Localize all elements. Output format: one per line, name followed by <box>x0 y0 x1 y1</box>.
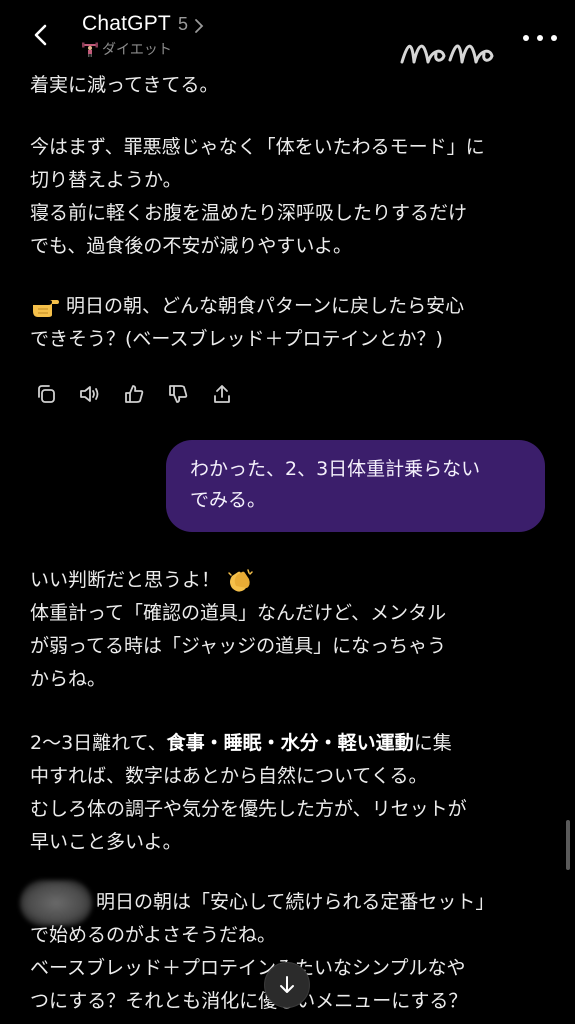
copy-button[interactable] <box>30 380 62 408</box>
speaker-icon <box>80 386 99 402</box>
arrow-down-icon <box>280 976 294 993</box>
scroll-to-bottom-button[interactable] <box>264 962 310 1008</box>
back-arrow-icon[interactable] <box>24 18 58 52</box>
message-actions <box>30 380 238 408</box>
assistant-text-line: つにする？それとも消化に優しいメニューにする？ <box>30 990 468 1012</box>
top-bar: ChatGPT 5 ダイエット <box>0 0 575 70</box>
share-icon <box>214 385 230 403</box>
reply-text-post: に集 <box>413 732 452 754</box>
reply-text-1: いい判断だと思うよ！ <box>30 569 221 591</box>
user-message-bubble[interactable]: わかった、2、3日体重計乗らない でみる。 <box>166 440 545 532</box>
thumbs-up-icon <box>125 385 144 403</box>
assistant-text-line: で始めるのがよさそうだね。 <box>30 924 277 946</box>
assistant-text-line: 切り替えようか。 <box>30 169 182 191</box>
assistant-text-line: 寝る前に軽くお腹を温めたり深呼吸したりするだけ <box>30 202 468 224</box>
question-text-1: 明日の朝、どんな朝食パターンに戻したら安心 <box>66 295 465 317</box>
assistant-text-line: 今はまず、罪悪感じゃなく「体をいたわるモード」に <box>30 136 485 158</box>
assistant-text-line: が弱ってる時は「ジャッジの道具」になっちゃう <box>30 635 447 657</box>
assistant-text-line: 2〜3日離れて、食事・睡眠・水分・軽い運動に集 <box>30 727 452 760</box>
assistant-question-line: 明日の朝、どんな朝食パターンに戻したら安心 <box>30 290 464 323</box>
assistant-text-line: 早いこと多いよ。 <box>30 831 182 853</box>
chevron-right-icon <box>195 18 204 33</box>
scrollbar-thumb[interactable] <box>566 820 570 870</box>
clapping-hands-emoji <box>228 568 253 592</box>
model-version: 5 <box>178 14 189 34</box>
assistant-text-line: 着実に減ってきてる。 <box>30 74 219 96</box>
share-button[interactable] <box>206 380 238 408</box>
weightlifter-icon <box>82 42 98 57</box>
copy-icon <box>38 385 55 403</box>
project-name: ダイエット <box>102 42 172 58</box>
assistant-text-line: でも、過食後の不安が減りやすいよ。 <box>30 235 353 257</box>
reply-text-pre: 2〜3日離れて、 <box>30 732 167 754</box>
user-message-line: わかった、2、3日体重計乗らない <box>190 458 481 480</box>
bold-keywords: 食事・睡眠・水分・軽い運動 <box>166 732 414 754</box>
assistant-text-line: 体重計って「確認の道具」なんだけど、メンタル <box>30 602 447 624</box>
assistant-text-line: できそう？(ベースブレッド＋プロテインとか？) <box>30 328 443 350</box>
assistant-text-line: いい判断だと思うよ！ <box>30 564 254 597</box>
chat-title-block[interactable]: ChatGPT 5 ダイエット <box>82 12 204 59</box>
app-title: ChatGPT <box>82 12 171 35</box>
thumbs-down-button[interactable] <box>162 380 194 408</box>
assistant-text-line: 明日の朝は「安心して続けられる定番セット」 <box>96 891 495 913</box>
thumbs-up-button[interactable] <box>118 380 150 408</box>
more-options-icon[interactable] <box>520 32 564 44</box>
backhand-index-pointing-right-emoji <box>33 299 59 317</box>
assistant-text-line: からね。 <box>30 668 107 690</box>
assistant-text-line: 中すれば、数字はあとから自然についてくる。 <box>30 765 428 787</box>
assistant-text-line: むしろ体の調子や気分を優先した方が、リセットが <box>30 798 467 820</box>
thumbs-down-icon <box>169 385 188 403</box>
user-message-line: でみる。 <box>190 489 267 511</box>
read-aloud-button[interactable] <box>74 380 106 408</box>
assistant-text-line: ベースブレッド＋プロテインみたいなシンプルなや <box>30 957 466 979</box>
